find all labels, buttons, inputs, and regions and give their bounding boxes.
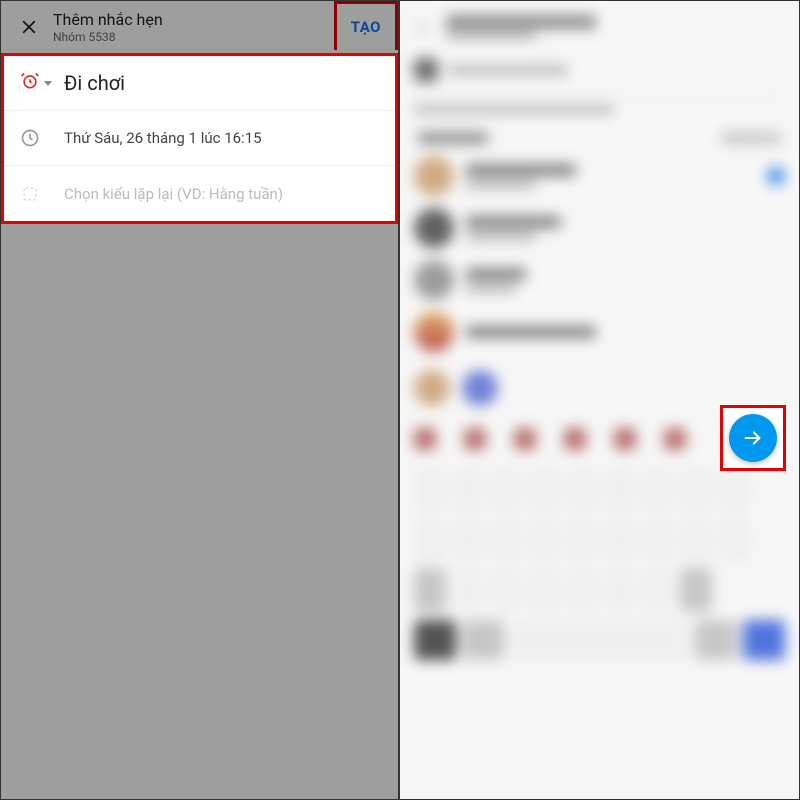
- right-panel: [400, 0, 800, 800]
- create-button-label: TẠO: [351, 18, 381, 36]
- alarm-clock-icon: [20, 71, 40, 95]
- left-panel: Thêm nhắc hẹn Nhóm 5538 TẠO Đi chơi Thứ …: [0, 0, 400, 800]
- reminder-form-card: Đi chơi Thứ Sáu, 26 tháng 1 lúc 16:15 Ch…: [1, 53, 398, 224]
- chevron-down-icon: [44, 81, 52, 86]
- datetime-value: Thứ Sáu, 26 tháng 1 lúc 16:15: [64, 129, 379, 147]
- title-row[interactable]: Đi chơi: [4, 56, 395, 111]
- arrow-right-icon: [742, 427, 764, 449]
- datetime-row[interactable]: Thứ Sáu, 26 tháng 1 lúc 16:15: [4, 111, 395, 166]
- repeat-icon: [20, 184, 40, 204]
- clock-icon-slot: [20, 128, 64, 148]
- repeat-icon-slot: [20, 184, 64, 204]
- header-bar: Thêm nhắc hẹn Nhóm 5538 TẠO: [1, 1, 398, 53]
- next-fab-button[interactable]: [729, 414, 777, 462]
- reminder-type-selector[interactable]: [20, 71, 64, 95]
- create-button[interactable]: TẠO: [334, 1, 398, 50]
- clock-icon: [20, 128, 40, 148]
- fab-highlight: [720, 405, 786, 471]
- repeat-row[interactable]: Chọn kiểu lặp lại (VD: Hằng tuần): [4, 166, 395, 221]
- close-icon: [20, 18, 38, 36]
- right-overlay: [400, 1, 799, 799]
- close-button[interactable]: [9, 7, 49, 47]
- event-title-input[interactable]: Đi chơi: [64, 71, 379, 95]
- repeat-placeholder: Chọn kiểu lặp lại (VD: Hằng tuần): [64, 185, 379, 203]
